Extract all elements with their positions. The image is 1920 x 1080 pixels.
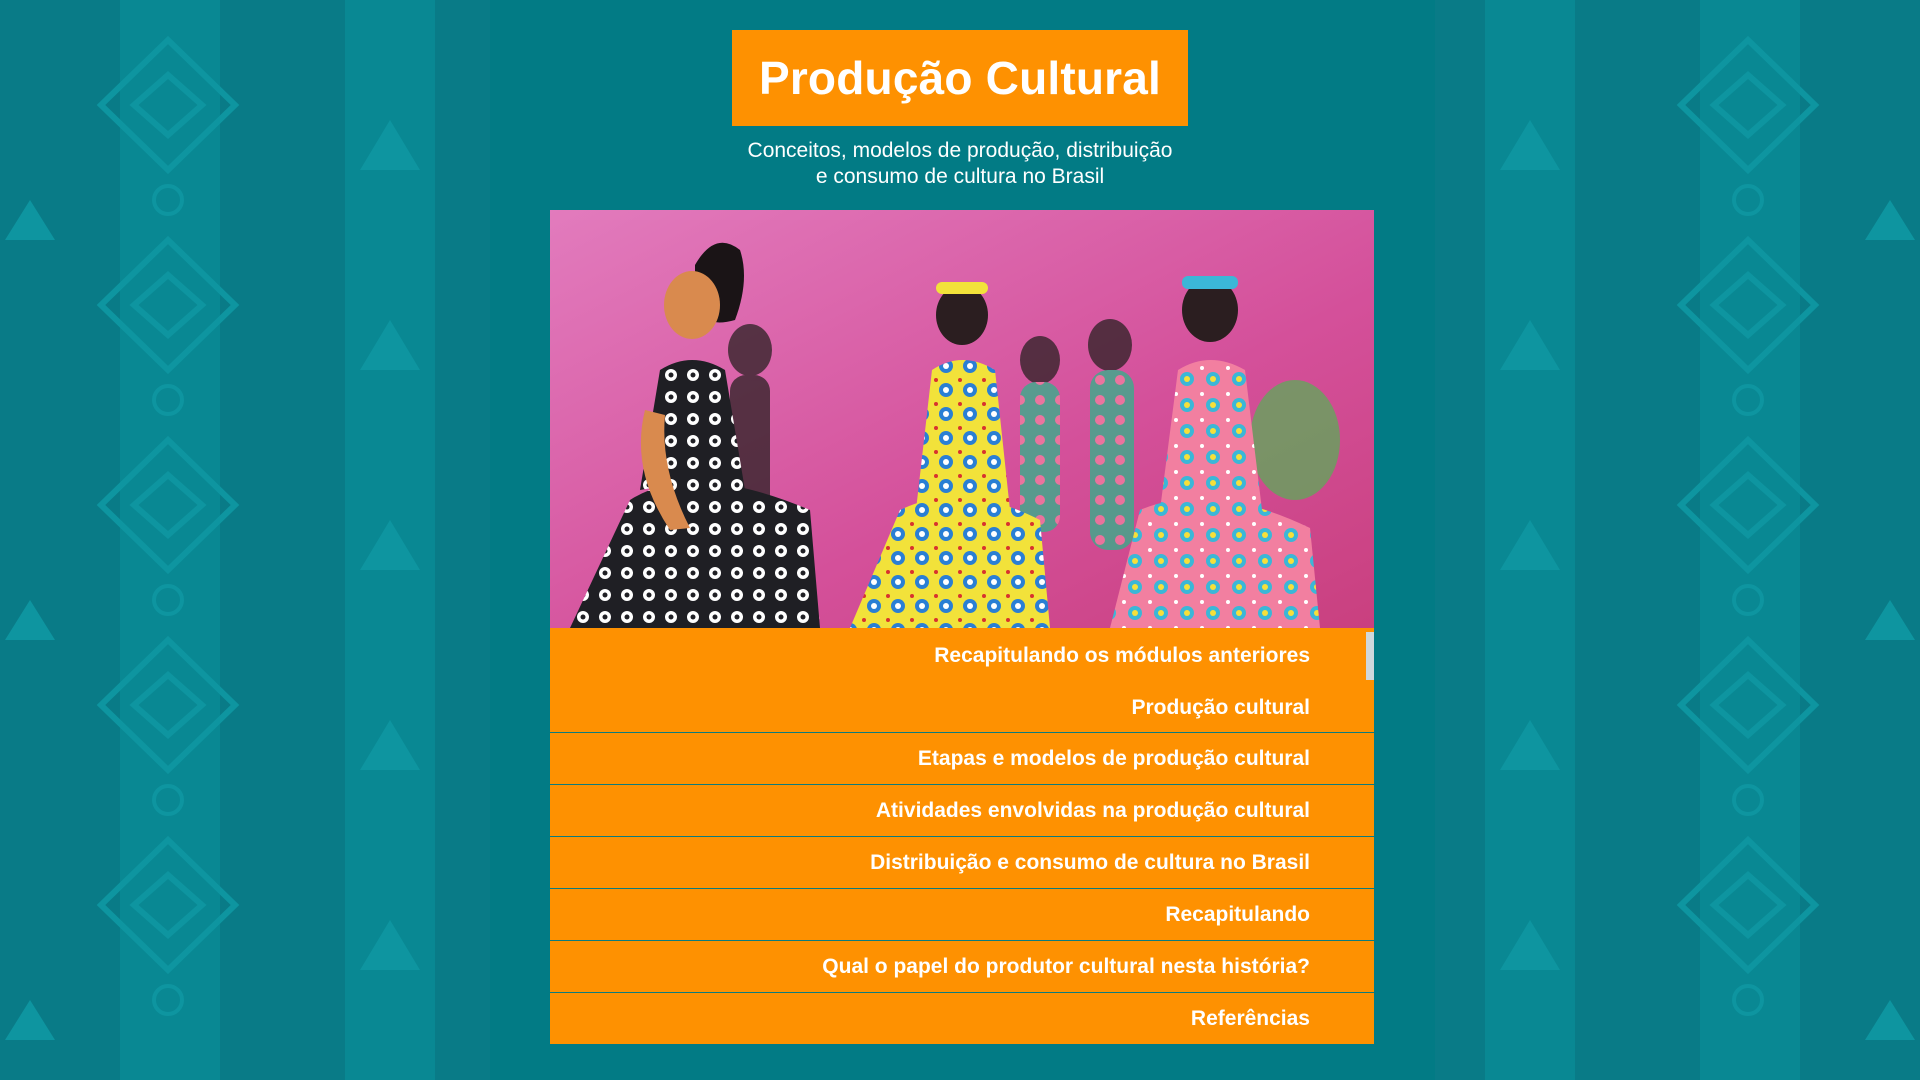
menu-item-atividades[interactable]: Atividades envolvidas na produção cultur… xyxy=(550,784,1374,836)
left-decorative-pattern xyxy=(0,0,490,1080)
page-title: Produção Cultural xyxy=(758,52,1162,104)
subtitle-line-2: e consumo de cultura no Brasil xyxy=(815,165,1105,188)
menu-item-recapitulando[interactable]: Recapitulando xyxy=(550,888,1374,940)
page-subtitle: Conceitos, modelos de produção, distribu… xyxy=(632,138,1288,190)
menu-scrollbar-thumb[interactable] xyxy=(1366,632,1374,680)
menu-item-producao-cultural[interactable]: Produção cultural xyxy=(550,684,1374,732)
module-navigation-menu: Recapitulando os módulos anteriores Prod… xyxy=(550,628,1374,1044)
main-panel: Produção Cultural Conceitos, modelos de … xyxy=(490,0,1435,1080)
right-decorative-pattern xyxy=(1430,0,1920,1080)
menu-item-etapas-modelos[interactable]: Etapas e modelos de produção cultural xyxy=(550,732,1374,784)
title-banner: Produção Cultural xyxy=(732,30,1188,126)
hero-image-ceramic-dolls xyxy=(550,210,1374,628)
menu-item-papel-produtor[interactable]: Qual o papel do produtor cultural nesta … xyxy=(550,940,1374,992)
menu-item-recapitulando-modulos[interactable]: Recapitulando os módulos anteriores xyxy=(550,628,1374,684)
menu-item-distribuicao-consumo[interactable]: Distribuição e consumo de cultura no Bra… xyxy=(550,836,1374,888)
menu-item-referencias[interactable]: Referências xyxy=(550,992,1374,1044)
subtitle-line-1: Conceitos, modelos de produção, distribu… xyxy=(747,139,1173,162)
